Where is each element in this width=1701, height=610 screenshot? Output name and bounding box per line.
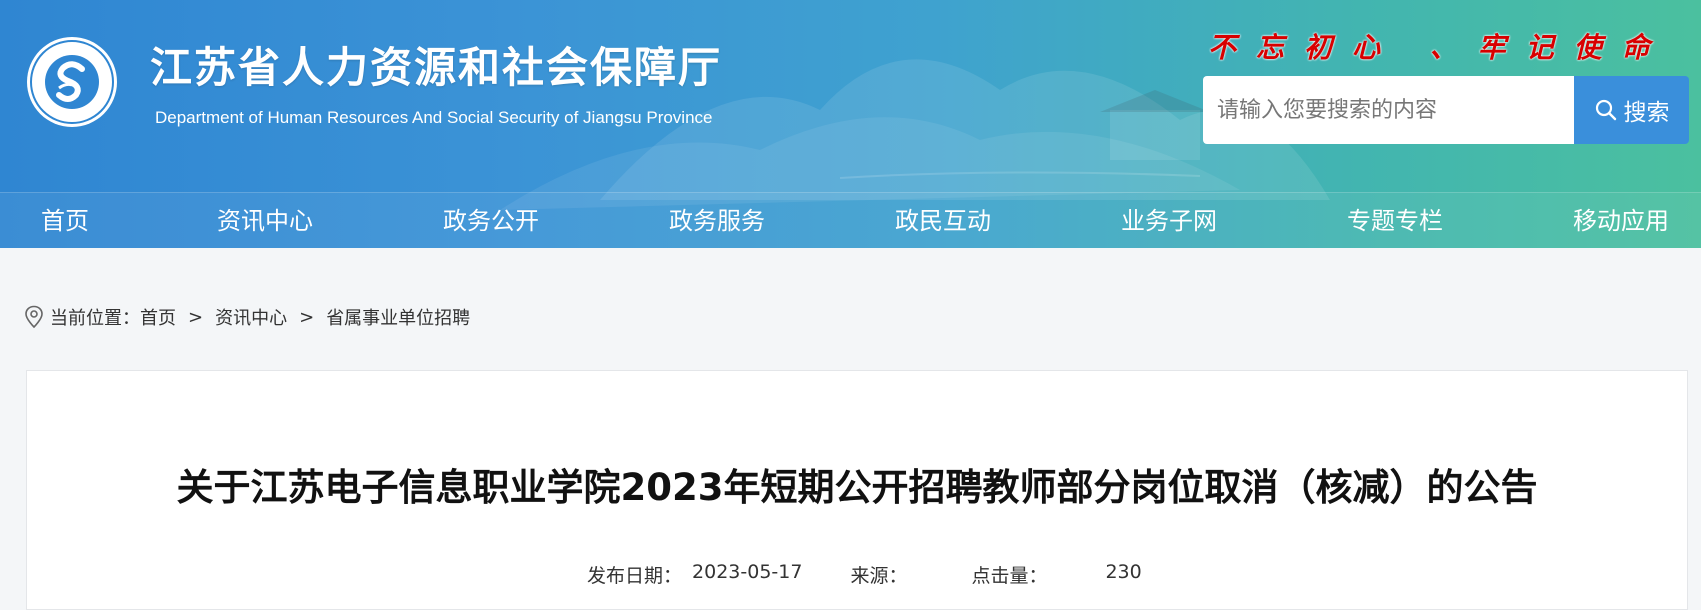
breadcrumb: 当前位置： 首页 > 资讯中心 > 省属事业单位招聘	[24, 302, 470, 332]
source-label: 来源：	[850, 565, 908, 587]
breadcrumb-prefix: 当前位置：	[50, 308, 140, 329]
article-panel: 关于江苏电子信息职业学院2023年短期公开招聘教师部分岗位取消（核减）的公告 发…	[26, 370, 1688, 610]
main-nav: 首页 资讯中心 政务公开 政务服务 政民互动 业务子网 专题专栏 移动应用	[0, 192, 1701, 248]
search-box: 搜索	[1203, 76, 1689, 144]
source-value	[917, 561, 957, 591]
nav-item-mobile[interactable]: 移动应用	[1573, 193, 1669, 248]
publish-date: 2023-05-17	[692, 561, 803, 583]
breadcrumb-link-recruitment[interactable]: 省属事业单位招聘	[326, 304, 470, 330]
breadcrumb-separator: >	[188, 306, 204, 328]
breadcrumb-separator: >	[299, 306, 315, 328]
nav-item-subsites[interactable]: 业务子网	[1121, 193, 1217, 248]
site-title: 江苏省人力资源和社会保障厅	[150, 43, 723, 92]
breadcrumb-link-home[interactable]: 首页	[140, 304, 176, 330]
nav-item-gov-affairs[interactable]: 政务公开	[443, 193, 539, 248]
nav-item-topics[interactable]: 专题专栏	[1347, 193, 1443, 248]
location-pin-icon	[24, 305, 44, 329]
publish-date-label: 发布日期：	[587, 565, 683, 587]
site-subtitle: Department of Human Resources And Social…	[155, 108, 713, 127]
views-count: 230	[1105, 561, 1142, 583]
nav-item-services[interactable]: 政务服务	[669, 193, 765, 248]
search-button-label: 搜索	[1623, 100, 1670, 126]
nav-item-interaction[interactable]: 政民互动	[895, 193, 991, 248]
logo-icon[interactable]	[26, 36, 118, 128]
views-label: 点击量：	[971, 565, 1048, 587]
slogan: 不忘初心 、牢记使命	[1208, 31, 1670, 64]
nav-item-home[interactable]: 首页	[41, 193, 89, 248]
nav-item-news[interactable]: 资讯中心	[217, 193, 313, 248]
search-input[interactable]	[1203, 76, 1574, 144]
article-title: 关于江苏电子信息职业学院2023年短期公开招聘教师部分岗位取消（核减）的公告	[176, 466, 1538, 509]
article-meta: 发布日期： 2023-05-17 来源： 点击量： 230	[587, 561, 1142, 591]
search-icon	[1595, 99, 1616, 121]
search-button[interactable]: 搜索	[1574, 76, 1689, 144]
site-header: 江苏省人力资源和社会保障厅 Department of Human Resour…	[0, 0, 1701, 248]
breadcrumb-link-news[interactable]: 资讯中心	[215, 304, 287, 330]
